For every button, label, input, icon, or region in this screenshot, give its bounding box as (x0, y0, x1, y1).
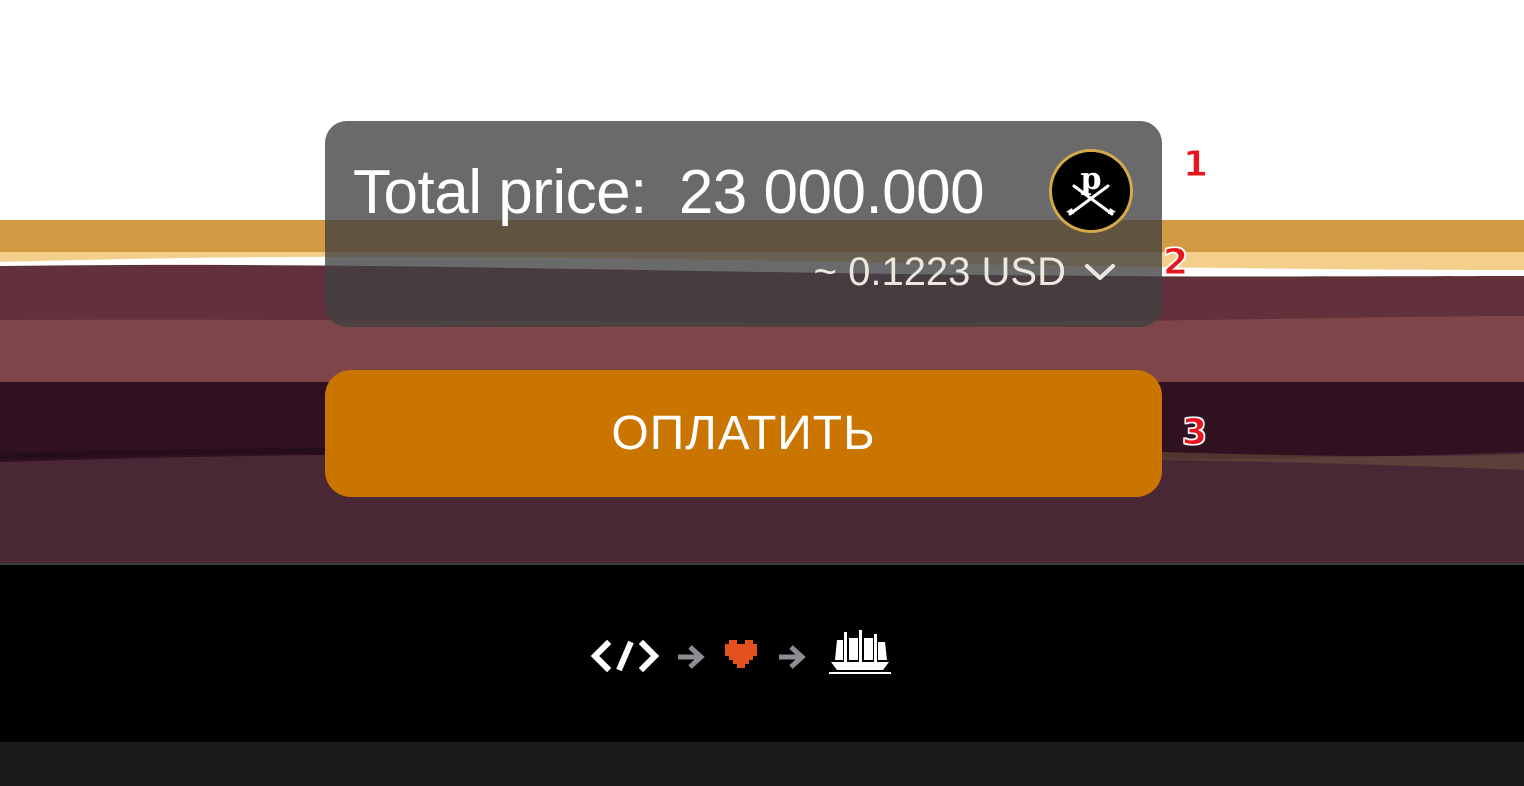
total-price-amount: 23 000.000 (678, 158, 985, 227)
price-card: Total price: 23 000.000 p ~ 0.1223 USD (325, 121, 1162, 327)
pirate-coin-icon: p (1049, 149, 1133, 233)
bottom-strip (0, 742, 1524, 786)
heart-icon (725, 640, 757, 672)
pay-button[interactable]: ОПЛАТИТЬ (325, 370, 1162, 497)
marker-1: 1 (1182, 144, 1209, 186)
footer-credit (591, 630, 896, 680)
usd-approx-value: ~ 0.1223 USD (813, 250, 1066, 294)
total-price-label: Total price: (353, 158, 647, 227)
arrow-right-icon (779, 645, 806, 669)
code-icon (591, 639, 659, 673)
total-price: Total price: 23 000.000 (353, 157, 985, 229)
arrow-right-icon (678, 645, 705, 669)
marker-3: 3 (1181, 412, 1208, 454)
chevron-down-icon (1085, 264, 1115, 280)
pirate-ship-icon (829, 630, 891, 674)
currency-selector[interactable]: ~ 0.1223 USD (814, 247, 1116, 297)
marker-2: 2 (1162, 242, 1189, 284)
